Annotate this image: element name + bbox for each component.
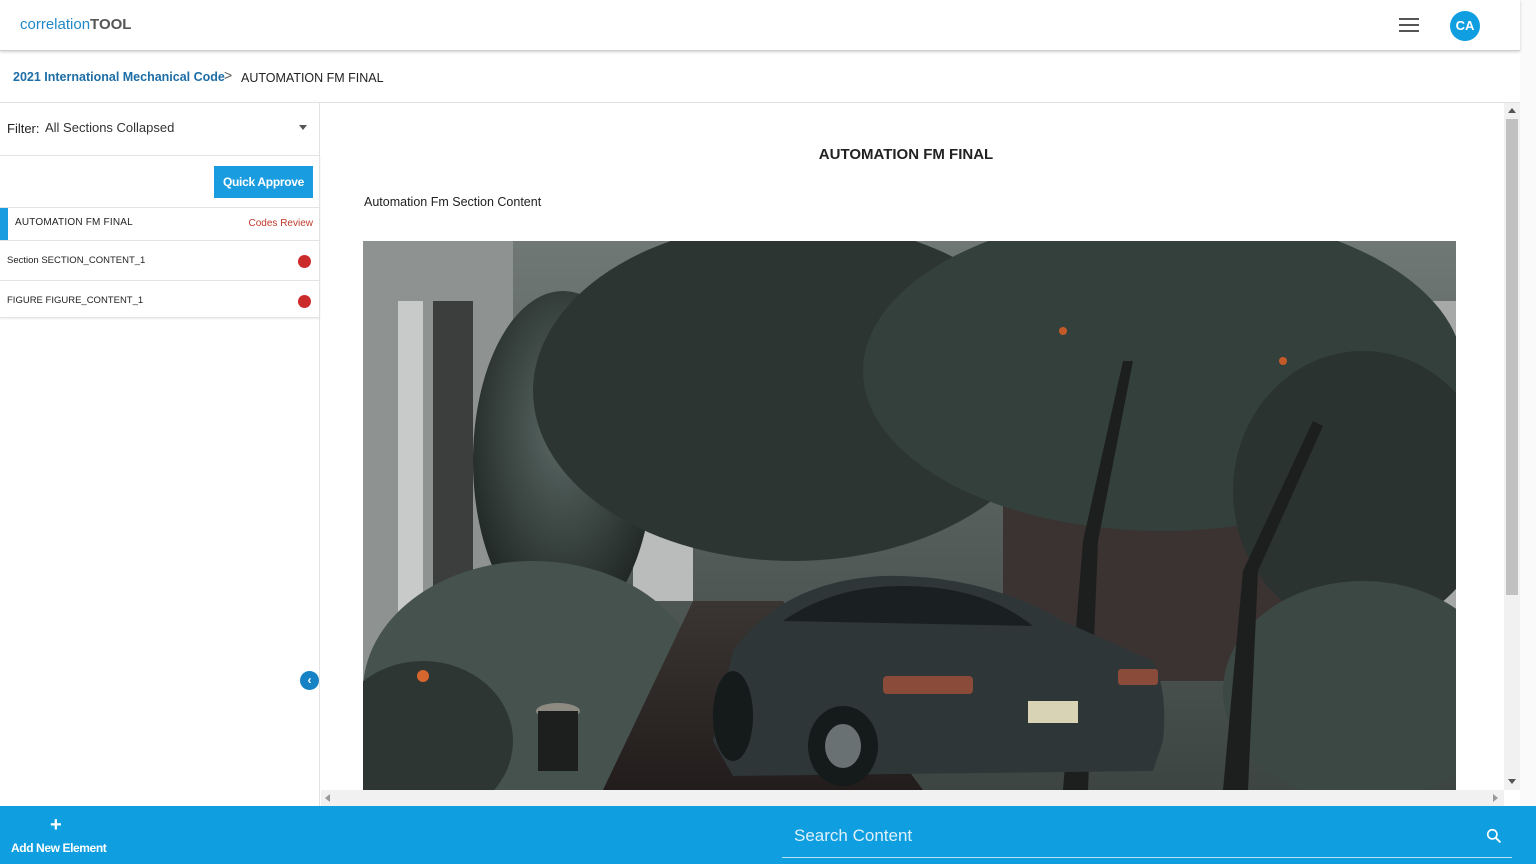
horizontal-scrollbar[interactable] [321,790,1504,806]
bottom-toolbar: + Add New Element [0,806,1536,864]
filter-label: Filter: [7,121,40,136]
quick-approve-button[interactable]: Quick Approve [214,166,313,198]
chevron-right-icon: > [224,67,233,83]
page-scroll-gutter [1520,0,1536,806]
add-new-element-button[interactable]: + Add New Element [0,806,118,864]
filter-row: Filter: All Sections Collapsed [0,103,320,155]
tree-item-label: FIGURE FIGURE_CONTENT_1 [7,295,144,306]
tree-item-figure[interactable]: FIGURE FIGURE_CONTENT_1 [0,280,320,320]
document-viewer: AUTOMATION FM FINAL Automation Fm Sectio… [321,103,1504,790]
search-input[interactable] [794,824,1454,848]
breadcrumb-current: AUTOMATION FM FINAL [241,71,384,85]
figure-image [363,241,1456,790]
logo-prefix: correlation [20,16,91,33]
tree-item-root[interactable]: AUTOMATION FM FINAL Codes Review [0,207,320,240]
tree-item-section[interactable]: Section SECTION_CONTENT_1 [0,240,320,280]
tree-item-label: AUTOMATION FM FINAL [15,217,133,228]
document-title: AUTOMATION FM FINAL [818,146,994,163]
breadcrumb-parent-link[interactable]: 2021 International Mechanical Code [13,70,225,84]
status-dot-icon [298,255,311,268]
user-avatar[interactable]: CA [1450,11,1480,41]
filter-select[interactable]: All Sections Collapsed [45,120,174,135]
scroll-up-icon[interactable] [1508,108,1516,113]
logo-suffix: TOOL [90,16,132,33]
scroll-left-icon[interactable] [325,794,330,802]
status-badge: Codes Review [248,218,313,229]
tree-item-label: Section SECTION_CONTENT_1 [7,255,146,266]
hamburger-menu-icon[interactable] [1396,14,1422,36]
scrollbar-thumb[interactable] [1506,119,1518,595]
status-dot-icon [298,295,311,308]
selected-indicator [0,208,8,240]
scroll-right-icon[interactable] [1493,794,1498,802]
search-bar [782,818,1512,858]
section-content-text: Automation Fm Section Content [364,195,542,209]
scroll-down-icon[interactable] [1508,779,1516,784]
breadcrumb: 2021 International Mechanical Code > AUT… [0,52,1520,103]
add-new-element-label: Add New Element [11,841,107,855]
dropdown-arrow-icon[interactable] [299,125,307,130]
vertical-scrollbar[interactable] [1504,103,1520,790]
plus-icon: + [50,814,62,836]
search-icon[interactable] [1484,826,1504,846]
section-tree: Quick Approve AUTOMATION FM FINAL Codes … [0,155,320,318]
sidebar: Filter: All Sections Collapsed Quick App… [0,103,320,806]
app-logo[interactable]: correlationTOOL [20,16,131,33]
chevron-left-icon[interactable]: ‹ [300,671,319,690]
app-header: correlationTOOL CA [0,0,1520,51]
